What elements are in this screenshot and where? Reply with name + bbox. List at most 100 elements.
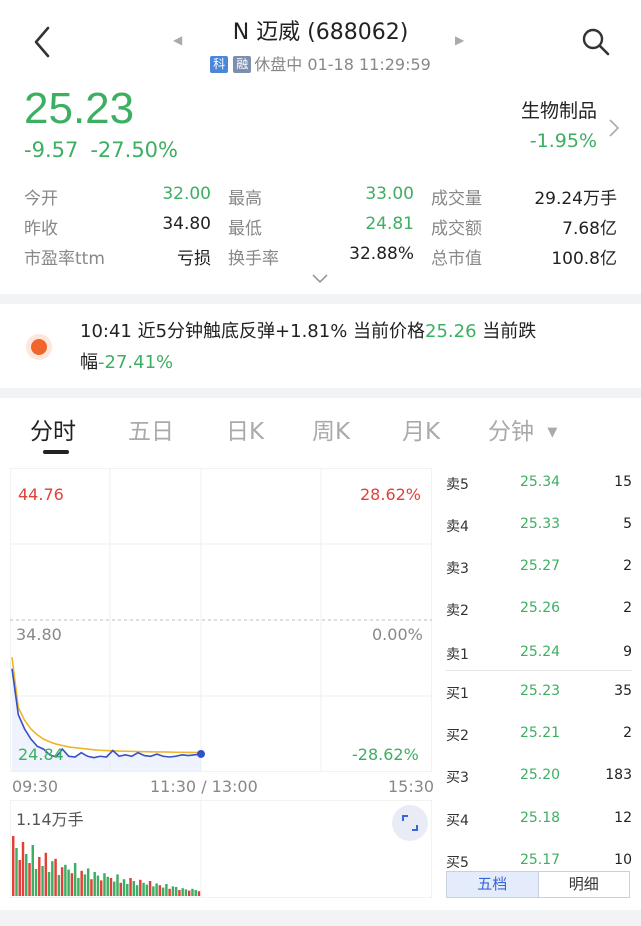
volume-bar <box>25 854 28 896</box>
volume-bar <box>83 874 87 896</box>
volume-bar <box>15 848 18 896</box>
volume-bar <box>21 842 25 896</box>
volume-bar <box>90 879 93 896</box>
level-label: 卖4 <box>446 519 469 535</box>
stat-value: 34.80 <box>162 214 211 234</box>
level-quantity: 183 <box>605 767 632 783</box>
next-stock-arrow-icon[interactable]: ▶ <box>455 33 464 47</box>
tab-minute-label: 分钟 <box>488 419 534 445</box>
tab-daily-k[interactable]: 日K <box>226 412 264 446</box>
expand-chevron-icon[interactable] <box>310 272 330 286</box>
zero-pct-label: 0.00% <box>372 625 423 644</box>
search-icon[interactable] <box>580 26 612 58</box>
volume-bar <box>106 876 109 896</box>
sector-change[interactable]: -1.95% <box>530 130 597 152</box>
volume-bar <box>60 867 64 896</box>
bid-row: 买1 25.23 35 <box>446 683 632 703</box>
level-label: 卖3 <box>446 561 469 577</box>
stat-value: 32.88% <box>349 244 414 264</box>
change-percent: -27.50% <box>90 138 178 162</box>
volume-bar <box>132 881 136 896</box>
level-quantity: 9 <box>623 644 632 660</box>
level-quantity: 15 <box>614 474 632 490</box>
tab-five-day[interactable]: 五日 <box>128 412 174 446</box>
level-quantity: 2 <box>623 558 632 574</box>
stat-value: 7.68亿 <box>562 219 617 239</box>
tab-intraday[interactable]: 分时 <box>30 412 76 446</box>
volume-bar <box>152 886 155 896</box>
level-price: 25.23 <box>519 683 561 699</box>
price-alert[interactable]: 10:41 近5分钟触底反弹+1.81% 当前价格25.26 当前跌幅-27.4… <box>80 316 600 378</box>
volume-bar <box>67 869 70 896</box>
tab-details[interactable]: 明细 <box>539 872 630 897</box>
level-quantity: 35 <box>614 683 632 699</box>
volume-bar <box>99 880 103 896</box>
stock-title: N 迈威 (688062) <box>232 20 409 45</box>
volume-label: 1.14万手 <box>16 810 84 829</box>
ask-row: 卖3 25.27 2 <box>446 558 632 578</box>
level-label: 卖5 <box>446 477 469 493</box>
volume-bar <box>197 891 201 896</box>
stat-value: 32.00 <box>162 184 211 204</box>
time-mid-label: 11:30 / 13:00 <box>150 777 258 796</box>
volume-bar <box>181 888 184 896</box>
tab-monthly-k[interactable]: 月K <box>402 412 440 446</box>
volume-bar <box>165 884 168 896</box>
volume-bar <box>142 882 145 896</box>
level-label: 买2 <box>446 728 469 744</box>
volume-bar <box>86 868 90 896</box>
margin-badge: 融 <box>233 56 252 73</box>
volume-bar <box>194 890 197 896</box>
level-label: 买4 <box>446 813 469 829</box>
fullscreen-button[interactable] <box>392 805 428 841</box>
level-price: 25.24 <box>519 644 561 660</box>
volume-bar <box>31 845 35 896</box>
level-quantity: 10 <box>614 852 632 868</box>
level-label: 买5 <box>446 855 469 871</box>
prev-stock-arrow-icon[interactable]: ◀ <box>173 33 182 47</box>
time-end-label: 15:30 <box>388 777 435 796</box>
volume-bar <box>155 883 158 896</box>
tab-minute[interactable]: 分钟 ▼ <box>488 412 557 446</box>
tab-weekly-k[interactable]: 周K <box>312 412 350 446</box>
stat-value: 亏损 <box>177 249 211 269</box>
y-max-pct-label: 28.62% <box>360 485 422 504</box>
volume-bar <box>96 875 100 896</box>
level-label: 买1 <box>446 686 469 702</box>
current-price: 25.23 <box>24 84 135 133</box>
volume-bar <box>77 878 80 896</box>
volume-bar <box>129 878 132 896</box>
prev-close-label: 34.80 <box>16 625 62 644</box>
volume-bar <box>113 881 116 896</box>
stat-label: 成交额 <box>431 219 482 239</box>
level-quantity: 12 <box>614 810 632 826</box>
stat-label: 今开 <box>24 189 58 209</box>
volume-bar <box>51 861 54 896</box>
chevron-right-icon[interactable] <box>608 118 620 138</box>
stat-label: 总市值 <box>431 249 482 269</box>
stat-label: 最低 <box>228 219 262 239</box>
volume-bar <box>70 873 74 896</box>
volume-bar <box>145 884 149 896</box>
stat-value: 24.81 <box>365 214 414 234</box>
sector-name[interactable]: 生物制品 <box>521 96 597 123</box>
volume-bar <box>191 888 194 896</box>
tab-five-levels[interactable]: 五档 <box>447 872 539 897</box>
ask-row: 卖4 25.33 5 <box>446 516 632 536</box>
price-change: -9.57 -27.50% <box>24 138 178 162</box>
volume-bar <box>187 890 191 896</box>
bid-row: 买3 25.20 183 <box>446 767 632 787</box>
level-label: 卖2 <box>446 603 469 619</box>
level-label: 卖1 <box>446 647 469 663</box>
volume-bar <box>126 884 129 896</box>
level-price: 25.33 <box>519 516 561 532</box>
section-divider <box>0 388 641 398</box>
bid-row: 买2 25.21 2 <box>446 725 632 745</box>
change-amount: -9.57 <box>24 138 79 162</box>
volume-bar <box>171 886 175 896</box>
volume-bar <box>47 872 51 896</box>
volume-bar <box>135 885 139 896</box>
stat-value: 29.24万手 <box>534 189 617 209</box>
intraday-chart[interactable] <box>10 468 432 772</box>
ask-row: 卖1 25.24 9 <box>446 644 632 664</box>
